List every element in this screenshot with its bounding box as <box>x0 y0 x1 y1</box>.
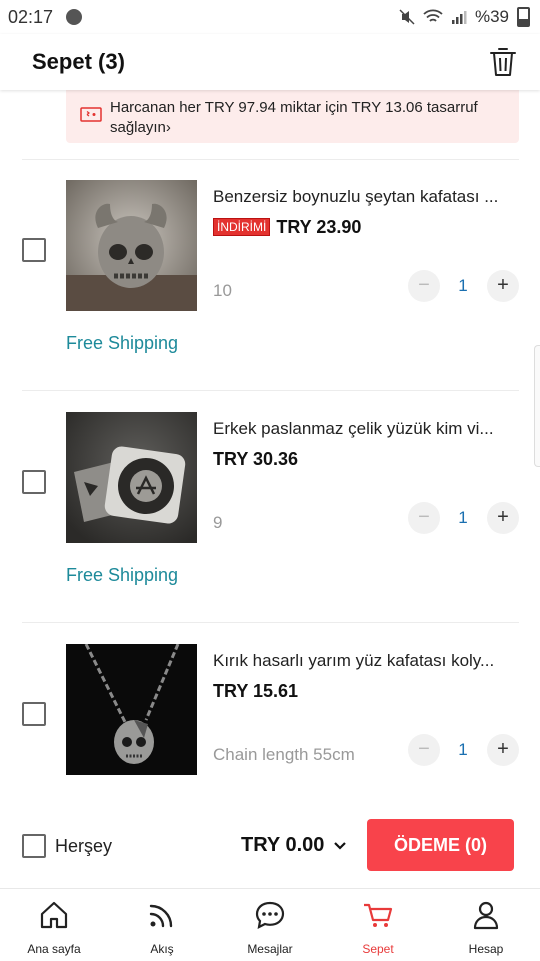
product-image[interactable] <box>66 412 197 543</box>
battery-icon <box>517 7 530 27</box>
quantity-decrease-button[interactable]: − <box>408 270 440 302</box>
page-title: Sepet (3) <box>32 49 125 74</box>
product-image[interactable] <box>66 644 197 775</box>
divider <box>22 159 519 160</box>
cart-icon <box>364 903 393 927</box>
item-checkbox[interactable] <box>22 238 46 262</box>
home-icon <box>40 901 68 929</box>
nav-label: Akış <box>150 942 174 956</box>
mute-icon <box>399 9 415 25</box>
nav-item-cart[interactable]: Sepet <box>324 889 432 961</box>
bottom-navigation: Ana sayfa Akış Mesajlar Sepet Hesap <box>0 888 540 961</box>
free-shipping-label: Free Shipping <box>66 333 179 353</box>
product-title[interactable]: Erkek paslanmaz çelik yüzük kim vi... <box>213 419 519 439</box>
price-value: TRY 30.36 <box>213 449 299 469</box>
quantity-increase-button[interactable]: + <box>487 270 519 302</box>
total-price[interactable]: TRY 0.00 <box>241 834 324 857</box>
product-title[interactable]: Benzersiz boynuzlu şeytan kafatası ... <box>213 187 519 207</box>
free-shipping-label: Free Shipping <box>66 565 179 585</box>
item-checkbox[interactable] <box>22 470 46 494</box>
quantity-decrease-button[interactable]: − <box>408 502 440 534</box>
battery-percent: %39 <box>474 7 509 26</box>
nav-label: Sepet <box>362 942 394 956</box>
status-icons: %39 <box>399 7 530 27</box>
spotify-icon <box>66 9 82 25</box>
select-all-label[interactable]: Herşey <box>55 836 112 857</box>
discount-badge: İNDİRİMİ <box>213 218 271 236</box>
price-value: TRY 23.90 <box>276 217 362 237</box>
divider <box>22 390 519 391</box>
feed-icon <box>149 904 173 928</box>
checkout-button[interactable]: ÖDEME (0) <box>367 819 514 871</box>
product-variant[interactable]: 10 <box>213 281 232 301</box>
cart-content: Harcanan her TRY 97.94 miktar için TRY 1… <box>0 90 540 800</box>
product-price: İNDİRİMİ TRY 23.90 <box>213 217 361 238</box>
quantity-value[interactable]: 1 <box>455 740 471 760</box>
chevron-right-icon: › <box>165 119 171 136</box>
quantity-value[interactable]: 1 <box>455 508 471 528</box>
savings-banner[interactable]: Harcanan her TRY 97.94 miktar için TRY 1… <box>66 90 519 143</box>
skull-ring-image <box>66 180 197 311</box>
product-variant[interactable]: 9 <box>213 513 222 533</box>
divider <box>22 622 519 623</box>
signet-ring-image <box>66 412 197 543</box>
cart-header: Sepet (3) <box>0 34 540 90</box>
edge-panel-handle[interactable] <box>534 345 540 467</box>
nav-label: Ana sayfa <box>27 942 81 956</box>
nav-item-feed[interactable]: Akış <box>108 889 216 961</box>
nav-label: Mesajlar <box>247 942 293 956</box>
chat-icon <box>255 901 285 929</box>
status-time: 02:17 <box>8 7 54 27</box>
coupon-icon <box>80 107 102 122</box>
quantity-increase-button[interactable]: + <box>487 734 519 766</box>
signal-icon <box>451 11 467 24</box>
product-variant[interactable]: Chain length 55cm <box>213 745 355 765</box>
savings-banner-text: Harcanan her TRY 97.94 miktar için TRY 1… <box>110 98 510 138</box>
quantity-decrease-button[interactable]: − <box>408 734 440 766</box>
wifi-icon <box>423 9 443 22</box>
price-value: TRY 15.61 <box>213 681 299 701</box>
product-price: TRY 30.36 <box>213 449 298 470</box>
status-bar: 02:17 %39 <box>0 0 540 34</box>
quantity-value[interactable]: 1 <box>455 276 471 296</box>
item-checkbox[interactable] <box>22 702 46 726</box>
quantity-increase-button[interactable]: + <box>487 502 519 534</box>
nav-item-account[interactable]: Hesap <box>432 889 540 961</box>
nav-item-home[interactable]: Ana sayfa <box>0 889 108 961</box>
product-price: TRY 15.61 <box>213 681 298 702</box>
select-all-checkbox[interactable] <box>22 834 46 858</box>
product-image[interactable] <box>66 180 197 311</box>
trash-icon[interactable] <box>488 46 518 78</box>
chevron-down-icon[interactable] <box>333 839 347 853</box>
product-title[interactable]: Kırık hasarlı yarım yüz kafatası koly... <box>213 651 519 671</box>
account-icon <box>473 901 499 930</box>
skull-necklace-image <box>66 644 197 775</box>
nav-label: Hesap <box>468 942 504 956</box>
nav-item-messages[interactable]: Mesajlar <box>216 889 324 961</box>
checkout-bar: Herşey TRY 0.00 ÖDEME (0) <box>0 800 540 888</box>
